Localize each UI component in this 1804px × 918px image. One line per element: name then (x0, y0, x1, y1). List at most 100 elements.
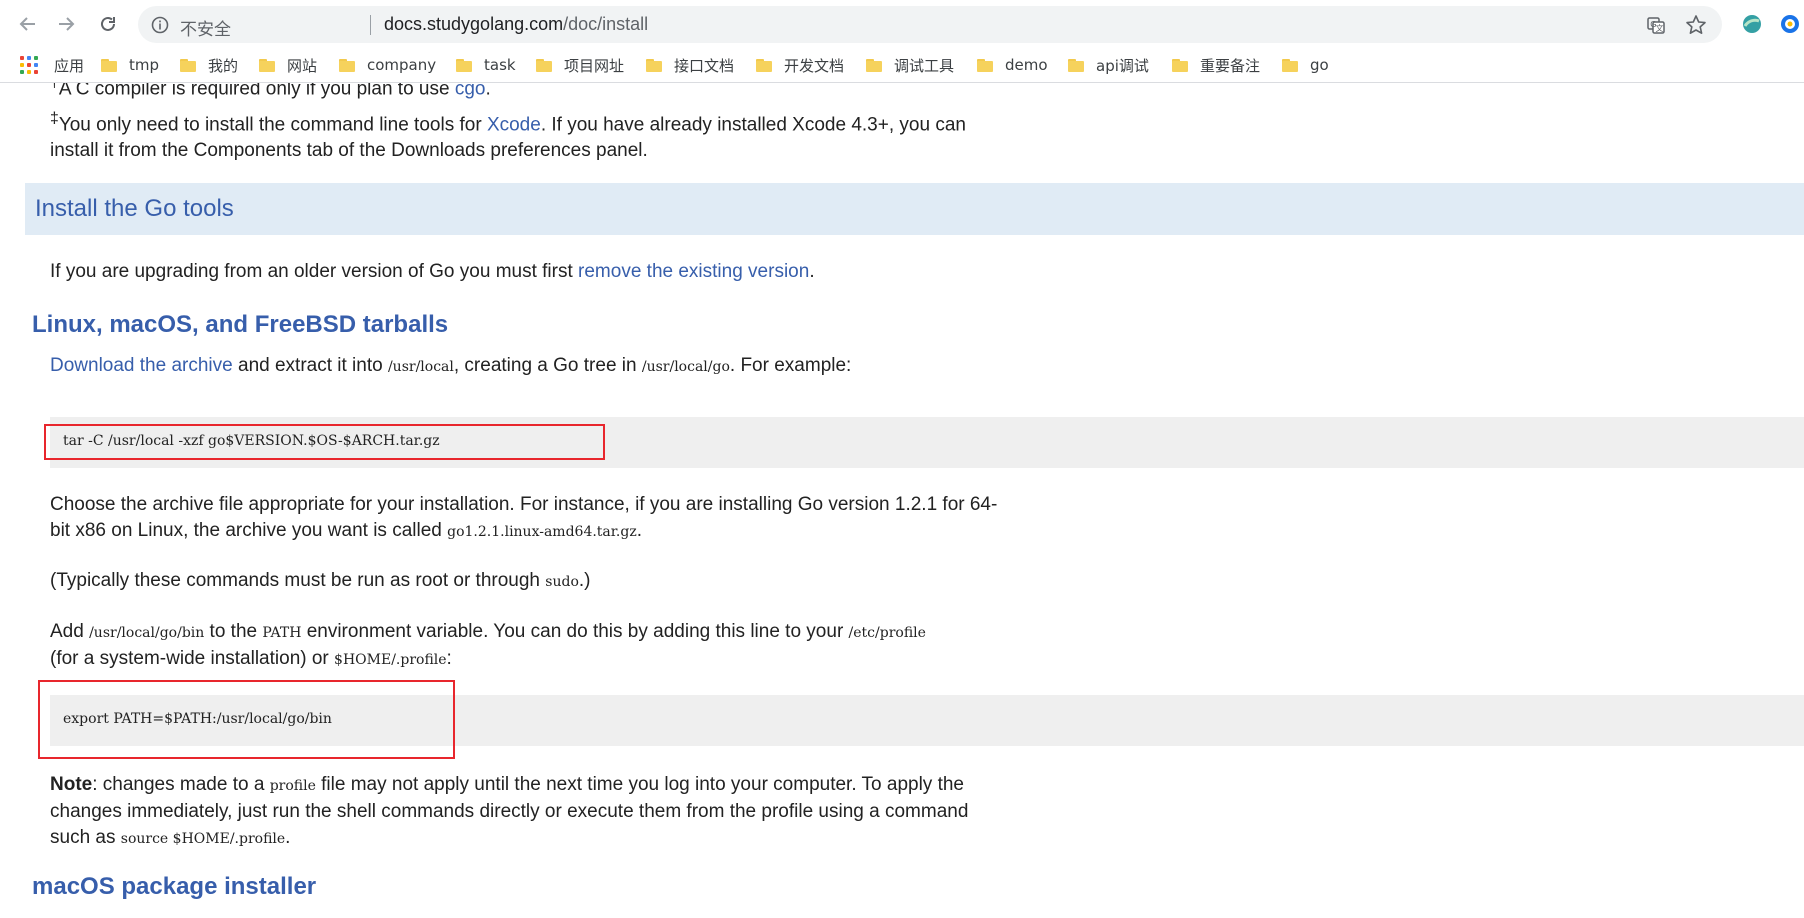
url-text[interactable]: docs.studygolang.com/doc/install (384, 14, 648, 35)
choose-archive-paragraph: Choose the archive file appropriate for … (50, 492, 1060, 545)
footnote-text: . (485, 83, 491, 100)
code-archive-name: go1.2.1.linux-amd64.tar.gz (447, 524, 637, 540)
typically-paragraph: (Typically these commands must be run as… (50, 568, 1060, 595)
note-text: file may not apply until the next time y… (315, 774, 964, 795)
bookmark-label: go (1310, 56, 1329, 74)
folder-icon (259, 58, 275, 72)
bookmark-label: 调试工具 (894, 56, 955, 75)
reload-button[interactable] (94, 10, 122, 38)
macos-installer-heading: macOS package installer (32, 873, 317, 900)
install-section-header: Install the Go tools (25, 183, 1804, 235)
bookmark-folder[interactable]: 调试工具 (866, 54, 954, 76)
upgrade-text: If you are upgrading from an older versi… (50, 261, 579, 282)
folder-icon (339, 58, 355, 72)
tarballs-heading: Linux, macOS, and FreeBSD tarballs (32, 311, 449, 338)
address-bar[interactable]: 不安全 docs.studygolang.com/doc/install G文 (138, 6, 1722, 43)
folder-icon (1172, 58, 1188, 72)
bookmark-label: demo (1005, 56, 1048, 74)
code-home-profile: $HOME/.profile (334, 652, 447, 668)
bookmark-folder[interactable]: 网站 (259, 54, 317, 76)
note-text: such as (50, 827, 121, 848)
note-text: changes immediately, just run the shell … (50, 801, 969, 822)
folder-icon (1068, 58, 1084, 72)
folder-icon (456, 58, 472, 72)
bookmark-label: 我的 (208, 56, 239, 75)
back-arrow-icon (19, 17, 35, 31)
bookmark-folder[interactable]: 开发文档 (756, 54, 844, 76)
remove-existing-version-link[interactable]: remove the existing version (578, 261, 809, 282)
download-text: . For example: (729, 355, 852, 376)
highlight-box-tar (44, 424, 605, 460)
note-text: . (285, 827, 291, 848)
bookmark-folder[interactable]: 接口文档 (646, 54, 734, 76)
forward-arrow-icon (59, 17, 75, 31)
browser-toolbar: 不安全 docs.studygolang.com/doc/install G文 (0, 0, 1804, 48)
add-text: Add (50, 621, 90, 642)
download-archive-link[interactable]: Download the archive (50, 355, 233, 376)
choose-text: Choose the archive file appropriate for … (50, 494, 998, 515)
info-icon[interactable] (150, 15, 170, 35)
bookmark-label: tmp (129, 56, 160, 74)
note-paragraph: Note: changes made to a profile file may… (50, 772, 1060, 852)
footnote-mark: ‡ (50, 110, 59, 127)
folder-icon (536, 58, 552, 72)
upgrade-paragraph: If you are upgrading from an older versi… (50, 259, 1060, 285)
bookmark-folder[interactable]: 重要备注 (1172, 54, 1260, 76)
footnote-text: You only need to install the command lin… (58, 114, 487, 136)
translate-icon[interactable]: G文 (1646, 15, 1666, 35)
bookmark-label: 项目网址 (564, 56, 625, 75)
folder-icon (866, 58, 882, 72)
star-icon[interactable] (1684, 13, 1708, 37)
footnote-cgo: †A C compiler is required only if you pl… (50, 83, 1060, 102)
code-sudo: sudo (545, 574, 579, 590)
footnote-text: . If you have already installed Xcode 4.… (540, 114, 966, 136)
footnote-text: install it from the Components tab of th… (50, 140, 648, 162)
security-label: 不安全 (180, 20, 231, 40)
code-source-profile: source $HOME/.profile (120, 831, 286, 847)
bookmark-label: 接口文档 (674, 56, 735, 75)
bookmark-folder[interactable]: 项目网址 (536, 54, 624, 76)
typically-text: (Typically these commands must be run as… (50, 570, 546, 591)
xcode-link[interactable]: Xcode (487, 114, 541, 135)
svg-text:文: 文 (1656, 23, 1664, 33)
bookmark-folder[interactable]: tmp (101, 54, 159, 76)
bookmark-folder[interactable]: api调试 (1068, 54, 1149, 76)
choose-text: . (636, 520, 643, 541)
bookmark-label: api调试 (1096, 56, 1149, 75)
page-content: †A C compiler is required only if you pl… (0, 83, 1804, 918)
bookmark-apps[interactable]: 应用 (20, 54, 84, 76)
footnote-xcode: ‡You only need to install the command li… (50, 106, 1060, 164)
extension-icon[interactable] (1740, 12, 1764, 36)
back-button[interactable] (14, 10, 42, 38)
choose-text: bit x86 on Linux, the archive you want i… (50, 520, 448, 541)
install-heading: Install the Go tools (35, 195, 234, 222)
bookmark-folder[interactable]: demo (977, 54, 1048, 76)
add-text: environment variable. You can do this by… (301, 621, 849, 642)
bookmark-folder[interactable]: 我的 (180, 54, 238, 76)
bookmark-folder[interactable]: task (456, 54, 516, 76)
extension-icon[interactable] (1778, 12, 1802, 36)
code-profile: profile (269, 778, 316, 794)
bookmark-folder[interactable]: company (339, 54, 436, 76)
download-text: , creating a Go tree in (453, 355, 642, 376)
code-usr-local: /usr/local (387, 359, 454, 375)
bookmark-label: task (484, 56, 516, 74)
add-text: to the (204, 621, 263, 642)
code-go-bin: /usr/local/go/bin (89, 625, 205, 641)
folder-icon (756, 58, 772, 72)
bookmark-label: 应用 (54, 56, 85, 75)
typically-text: .) (578, 570, 591, 591)
code-etc-profile: /etc/profile (848, 625, 926, 641)
folder-icon (180, 58, 196, 72)
download-text: and extract it into (232, 355, 388, 376)
reload-icon (101, 16, 115, 31)
note-label: Note (50, 774, 93, 795)
forward-button[interactable] (52, 10, 80, 38)
url-separator (370, 15, 371, 35)
bookmark-folder[interactable]: go (1282, 54, 1329, 76)
bookmark-label: company (367, 56, 437, 74)
bookmark-label: 网站 (287, 56, 318, 75)
url-host: docs.studygolang.com (384, 14, 564, 34)
cgo-link[interactable]: cgo (455, 83, 486, 99)
upgrade-text: . (809, 261, 815, 282)
